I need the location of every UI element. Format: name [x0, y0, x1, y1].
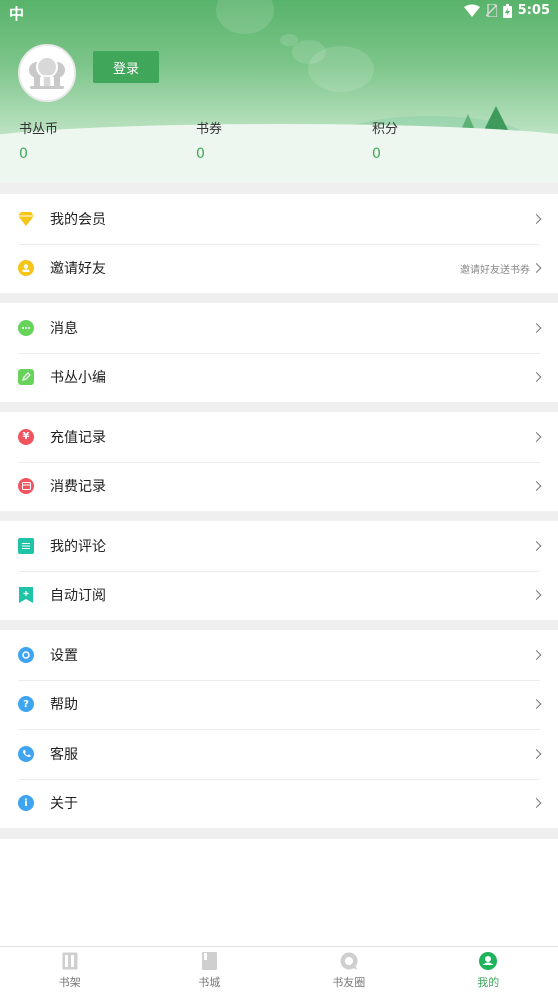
menu-item-editor[interactable]: 书丛小编	[0, 352, 558, 403]
diamond-icon	[18, 211, 34, 227]
friends-circle-icon	[340, 952, 358, 970]
menu-group-messages: 消息 书丛小编	[0, 303, 558, 402]
chat-icon	[18, 319, 34, 336]
avatar[interactable]	[18, 44, 76, 102]
stat-value: 0	[19, 146, 28, 162]
help-icon: ?	[18, 696, 34, 713]
info-icon: i	[18, 795, 34, 812]
stat-coins[interactable]: 书丛币 0	[19, 118, 169, 162]
chevron-right-icon	[531, 213, 542, 224]
menu-item-label: 消费记录	[50, 479, 106, 496]
menu-item-label: 邀请好友	[50, 261, 106, 278]
menu-item-label: 充值记录	[50, 429, 106, 446]
menu-item-auto-subscribe[interactable]: 自动订阅	[0, 570, 558, 621]
coin-icon	[18, 260, 34, 277]
menu-item-label: 我的会员	[50, 211, 106, 228]
stat-value: 0	[372, 146, 381, 162]
tab-mine[interactable]: 我的	[419, 947, 558, 992]
chevron-right-icon	[531, 798, 542, 809]
menu-item-my-comments[interactable]: 我的评论	[0, 521, 558, 571]
tab-friends-circle[interactable]: 书友圈	[279, 947, 419, 992]
tab-bookshelf[interactable]: 书架	[0, 947, 140, 992]
stat-vouchers[interactable]: 书券 0	[196, 118, 346, 162]
chevron-right-icon	[531, 649, 542, 660]
menu-item-label: 我的评论	[50, 538, 106, 555]
invite-hint: 邀请好友送书券	[460, 264, 530, 276]
menu-item-label: 客服	[50, 746, 78, 763]
menu-item-messages[interactable]: 消息	[0, 303, 558, 353]
gear-icon	[18, 646, 34, 663]
clock: 5:05	[517, 3, 550, 18]
battery-charging-icon	[502, 3, 512, 18]
default-avatar-icon	[20, 46, 74, 100]
bottom-tab-bar: 书架 书城 书友圈 我的	[0, 946, 558, 992]
tab-label: 书架	[58, 976, 81, 989]
decor-cloud	[308, 46, 374, 92]
stat-points[interactable]: 积分 0	[372, 118, 522, 162]
menu-group-account: 我的会员 邀请好友 邀请好友送书券	[0, 194, 558, 293]
menu-item-label: 帮助	[50, 697, 78, 714]
menu-item-about[interactable]: i 关于	[0, 778, 558, 829]
menu-item-label: 自动订阅	[50, 588, 106, 605]
stat-value: 0	[196, 146, 205, 162]
chevron-right-icon	[531, 263, 542, 274]
phone-icon	[18, 745, 34, 762]
profile-icon	[479, 952, 498, 970]
status-bar: 中 5:05	[0, 0, 558, 24]
bookshelf-icon	[61, 952, 79, 970]
menu-item-membership[interactable]: 我的会员	[0, 194, 558, 244]
chevron-right-icon	[531, 481, 542, 492]
menu-item-label: 关于	[50, 796, 78, 813]
chevron-right-icon	[531, 540, 542, 551]
menu-item-label: 书丛小编	[50, 370, 106, 387]
edit-icon	[18, 369, 34, 386]
tab-label: 书友圈	[332, 976, 366, 989]
menu-group-support: 设置 ? 帮助 客服 i 关于	[0, 630, 558, 828]
tab-bookstore[interactable]: 书城	[140, 947, 280, 992]
chevron-right-icon	[531, 590, 542, 601]
carrier-icon: 中	[9, 5, 25, 23]
book-store-icon	[200, 952, 218, 970]
stat-label: 积分	[372, 122, 399, 137]
menu-item-label: 设置	[50, 647, 78, 664]
menu-item-help[interactable]: ? 帮助	[0, 679, 558, 730]
blank-area	[0, 839, 558, 946]
menu-item-customer-service[interactable]: 客服	[0, 729, 558, 779]
menu-item-spending-records[interactable]: 消费记录	[0, 461, 558, 512]
no-sim-icon	[485, 4, 497, 17]
tab-label: 我的	[477, 976, 500, 989]
chevron-right-icon	[531, 748, 542, 759]
comment-list-icon	[18, 537, 34, 554]
tab-label: 书城	[198, 976, 221, 989]
login-button[interactable]: 登录	[93, 51, 159, 83]
bookmark-icon	[18, 587, 34, 604]
menu-group-reading: 我的评论 自动订阅	[0, 521, 558, 620]
chevron-right-icon	[531, 372, 542, 383]
menu-item-invite[interactable]: 邀请好友 邀请好友送书券	[0, 243, 558, 294]
profile-header: 中 5:05 登录 书丛币 0 书券 0 积分 0	[0, 0, 558, 183]
menu-item-recharge-records[interactable]: ¥ 充值记录	[0, 412, 558, 462]
chevron-right-icon	[531, 322, 542, 333]
chevron-right-icon	[531, 431, 542, 442]
stat-label: 书券	[196, 122, 223, 137]
menu-group-records: ¥ 充值记录 消费记录	[0, 412, 558, 511]
yen-icon: ¥	[18, 428, 34, 445]
stat-label: 书丛币	[19, 122, 59, 137]
wallet-icon	[18, 478, 34, 495]
chevron-right-icon	[531, 699, 542, 710]
menu-item-settings[interactable]: 设置	[0, 630, 558, 680]
wifi-icon	[463, 4, 480, 17]
menu-item-label: 消息	[50, 320, 78, 337]
